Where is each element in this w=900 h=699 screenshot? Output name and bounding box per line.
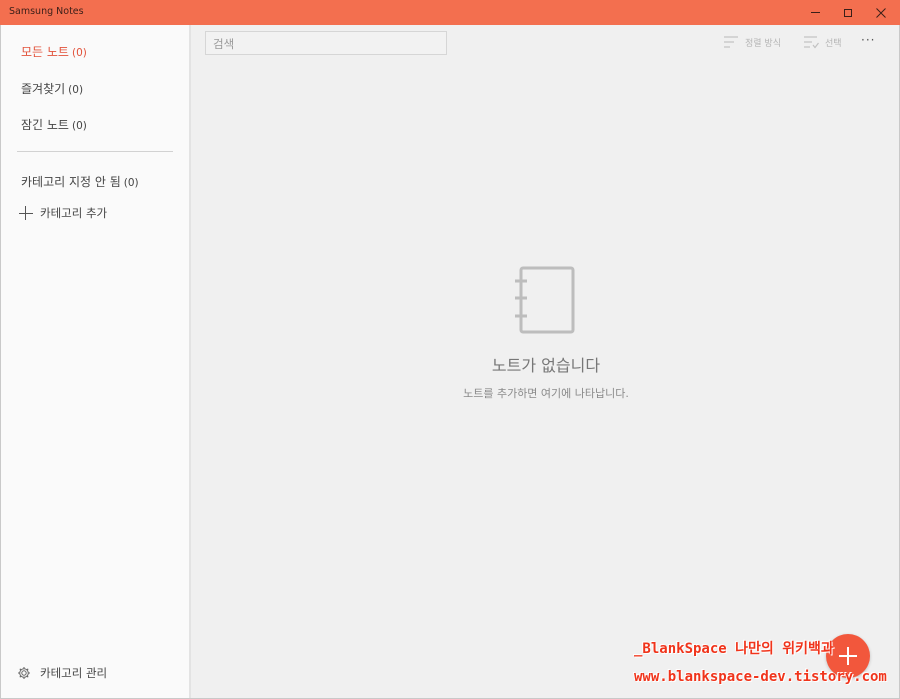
- minimize-button[interactable]: [798, 0, 832, 25]
- sidebar-item-locked-notes[interactable]: 잠긴 노트 (0): [21, 116, 87, 133]
- sidebar-item-count: (0): [71, 120, 87, 132]
- plus-icon: [19, 206, 33, 220]
- sidebar-item-favorites[interactable]: 즐겨찾기 (0): [21, 80, 83, 97]
- sidebar-item-label: 카테고리 지정 안 됨: [21, 175, 121, 189]
- sidebar-item-count: (0): [123, 177, 139, 189]
- sidebar-item-label: 즐겨찾기: [21, 82, 66, 96]
- sidebar-item-label: 모든 노트: [21, 45, 69, 59]
- sort-icon: [724, 36, 738, 48]
- watermark-line-2: www.blankspace-dev.tistory.com: [634, 669, 887, 685]
- sidebar-divider: [17, 151, 173, 152]
- title-bar: Samsung Notes: [0, 0, 900, 25]
- add-category-button[interactable]: 카테고리 추가: [19, 205, 107, 221]
- empty-state-title: 노트가 없습니다: [491, 356, 601, 375]
- notebook-icon: [515, 266, 575, 334]
- sort-label: 정렬 방식: [745, 38, 781, 49]
- select-label: 선택: [825, 38, 842, 49]
- gear-icon: [18, 667, 30, 679]
- select-icon: [804, 36, 819, 49]
- sidebar-item-uncategorized[interactable]: 카테고리 지정 안 됨 (0): [21, 173, 139, 190]
- sidebar-item-all-notes[interactable]: 모든 노트 (0): [21, 43, 87, 60]
- add-category-label: 카테고리 추가: [40, 206, 108, 220]
- sidebar: 모든 노트 (0) 즐겨찾기 (0) 잠긴 노트 (0) 카테고리 지정 안 됨 (0)…: [1, 25, 191, 698]
- plus-icon: [839, 647, 857, 665]
- sidebar-item-count: (0): [68, 84, 84, 96]
- close-icon: [876, 7, 886, 18]
- empty-state-subtitle: 노트를 추가하면 여기에 나타납니다.: [463, 387, 629, 400]
- more-options-button[interactable]: ···: [861, 33, 875, 47]
- window-title: Samsung Notes: [9, 6, 84, 17]
- select-button[interactable]: 선택: [803, 35, 842, 49]
- close-button[interactable]: [864, 0, 898, 25]
- maximize-button[interactable]: [831, 0, 865, 25]
- minimize-icon: [810, 12, 820, 13]
- watermark-line-1: _BlankSpace 나만의 위키백과: [634, 641, 834, 657]
- sidebar-item-count: (0): [71, 47, 87, 59]
- sidebar-item-label: 잠긴 노트: [21, 118, 69, 132]
- search-input[interactable]: 검색: [205, 31, 447, 55]
- sort-button[interactable]: 정렬 방식: [723, 35, 781, 49]
- maximize-icon: [844, 8, 852, 17]
- main-panel: 검색 정렬 방식 선택 ··· 노트가 없습니다 노트를 추가하면 여기에 나타…: [193, 25, 899, 698]
- manage-categories-label: 카테고리 관리: [40, 666, 108, 680]
- manage-categories-button[interactable]: 카테고리 관리: [17, 665, 107, 681]
